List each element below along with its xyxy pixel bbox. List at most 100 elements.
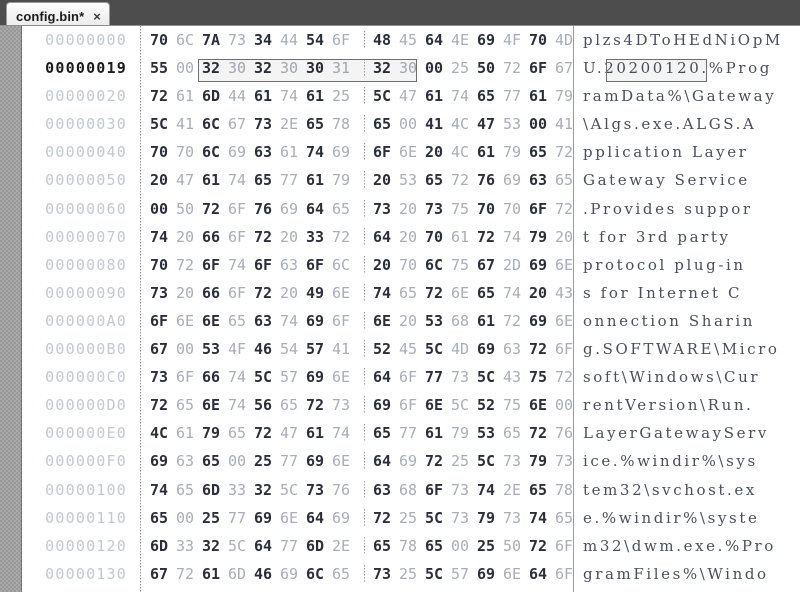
hex-byte[interactable]: 72	[451, 166, 477, 194]
ascii-row[interactable]: ws Media Player\	[583, 588, 800, 592]
hex-byte[interactable]: 70	[425, 223, 451, 251]
hex-byte[interactable]: 73	[373, 195, 399, 223]
hex-byte[interactable]: 75	[503, 391, 529, 419]
hex-byte[interactable]: 25	[332, 82, 358, 110]
hex-byte[interactable]: 70	[529, 26, 555, 54]
hex-byte[interactable]: 70	[176, 138, 202, 166]
hex-row[interactable]: 74 65 6D 33 32 5C 73 76 63 68 6F 73 74 2E 65 78	[150, 476, 573, 504]
hex-byte[interactable]: 5C	[150, 110, 176, 138]
hex-byte[interactable]: 47	[399, 82, 425, 110]
hex-byte[interactable]: 6E	[332, 279, 358, 307]
hex-byte[interactable]: 6E	[332, 363, 358, 391]
hex-byte[interactable]: 5C	[373, 82, 399, 110]
hex-byte[interactable]: 70	[150, 138, 176, 166]
hex-byte[interactable]: 61	[306, 82, 332, 110]
hex-byte[interactable]: 2D	[503, 251, 529, 279]
hex-byte[interactable]: 33	[228, 476, 254, 504]
hex-byte[interactable]: 30	[399, 54, 425, 82]
hex-byte[interactable]: 52	[477, 391, 503, 419]
hex-byte[interactable]: 75	[451, 195, 477, 223]
hex-byte[interactable]: 73	[176, 588, 202, 592]
hex-byte[interactable]: 47	[176, 166, 202, 194]
hex-row[interactable]: 70 70 6C 69 63 61 74 69 6F 6E 20 4C 61 79 65 72	[150, 138, 573, 166]
hex-byte[interactable]: 34	[254, 26, 280, 54]
hex-byte[interactable]: 65	[228, 419, 254, 447]
hex-byte[interactable]: 74	[332, 419, 358, 447]
hex-byte[interactable]: 64	[373, 447, 399, 475]
hex-byte[interactable]: 69	[477, 335, 503, 363]
hex-byte[interactable]: 65	[332, 195, 358, 223]
hex-byte[interactable]: 70	[399, 251, 425, 279]
hex-byte[interactable]: 69	[280, 560, 306, 588]
hex-byte[interactable]: 53	[477, 419, 503, 447]
hex-byte[interactable]: 46	[254, 335, 280, 363]
hex-byte[interactable]: 6E	[451, 279, 477, 307]
ascii-row[interactable]: gramFiles%\Windo	[583, 560, 800, 588]
hex-byte[interactable]: 72	[529, 588, 555, 592]
hex-byte[interactable]: 45	[399, 335, 425, 363]
hex-byte[interactable]: 72	[503, 307, 529, 335]
hex-byte[interactable]: 72	[529, 335, 555, 363]
hex-byte[interactable]: 6D	[228, 560, 254, 588]
hex-byte[interactable]: 56	[254, 391, 280, 419]
hex-byte[interactable]: 74	[306, 138, 332, 166]
hex-byte[interactable]: 00	[150, 195, 176, 223]
hex-byte[interactable]: 64	[280, 588, 306, 592]
hex-byte[interactable]: 69	[373, 391, 399, 419]
hex-byte[interactable]: 4F	[503, 26, 529, 54]
hex-byte[interactable]: 25	[451, 54, 477, 82]
hex-byte[interactable]: 69	[254, 504, 280, 532]
hex-byte[interactable]: 6E	[202, 307, 228, 335]
hex-byte[interactable]: 7A	[202, 26, 228, 54]
hex-byte[interactable]: 00	[176, 335, 202, 363]
hex-byte[interactable]: 61	[477, 307, 503, 335]
hex-byte[interactable]: 64	[254, 532, 280, 560]
hex-byte[interactable]: 69	[477, 560, 503, 588]
hex-byte[interactable]: 63	[254, 307, 280, 335]
hex-byte[interactable]: 32	[202, 532, 228, 560]
hex-byte[interactable]: 61	[306, 166, 332, 194]
hex-byte[interactable]: 44	[228, 82, 254, 110]
hex-byte[interactable]: 6F	[399, 391, 425, 419]
ascii-row[interactable]: protocol plug-in	[583, 251, 800, 279]
hex-byte[interactable]: 6F	[228, 279, 254, 307]
hex-byte[interactable]: 61	[202, 560, 228, 588]
hex-byte[interactable]: 72	[254, 419, 280, 447]
hex-byte[interactable]: 55	[150, 54, 176, 82]
hex-byte[interactable]: 64	[425, 26, 451, 54]
hex-byte[interactable]: 64	[306, 504, 332, 532]
hex-byte[interactable]: 61	[425, 82, 451, 110]
hex-byte[interactable]: 5C	[228, 532, 254, 560]
hex-byte[interactable]: 6E	[373, 307, 399, 335]
hex-byte[interactable]: 65	[254, 166, 280, 194]
ascii-row[interactable]: s for Internet C	[583, 279, 800, 307]
hex-byte[interactable]: 4D	[228, 588, 254, 592]
hex-byte[interactable]: 57	[306, 335, 332, 363]
hex-byte[interactable]: 32	[202, 54, 228, 82]
hex-byte[interactable]: 5C	[425, 560, 451, 588]
ascii-row[interactable]: ramData%\Gateway	[583, 82, 800, 110]
hex-byte[interactable]: 65	[373, 532, 399, 560]
hex-byte[interactable]: 73	[503, 504, 529, 532]
hex-byte[interactable]: 65	[477, 279, 503, 307]
hex-byte[interactable]: 6E	[332, 447, 358, 475]
hex-byte[interactable]: 72	[425, 279, 451, 307]
hex-byte[interactable]: 5C	[451, 391, 477, 419]
hex-byte[interactable]: 00	[176, 504, 202, 532]
hex-byte[interactable]: 6C	[425, 588, 451, 592]
hex-byte[interactable]: 5C	[280, 476, 306, 504]
hex-byte[interactable]: 72	[150, 82, 176, 110]
hex-byte[interactable]: 48	[373, 26, 399, 54]
hex-byte[interactable]: 6E	[399, 138, 425, 166]
hex-byte[interactable]: 46	[254, 560, 280, 588]
hex-byte[interactable]: 73	[306, 476, 332, 504]
hex-byte[interactable]: 69	[332, 138, 358, 166]
hex-byte[interactable]: 61	[529, 82, 555, 110]
ascii-row[interactable]: t for 3rd party	[583, 223, 800, 251]
hex-byte[interactable]: 77	[425, 363, 451, 391]
hex-byte[interactable]: 65	[202, 447, 228, 475]
hex-byte[interactable]: 30	[280, 54, 306, 82]
hex-byte[interactable]: 72	[477, 223, 503, 251]
hex-byte[interactable]: 77	[228, 504, 254, 532]
hex-byte[interactable]: 72	[254, 223, 280, 251]
